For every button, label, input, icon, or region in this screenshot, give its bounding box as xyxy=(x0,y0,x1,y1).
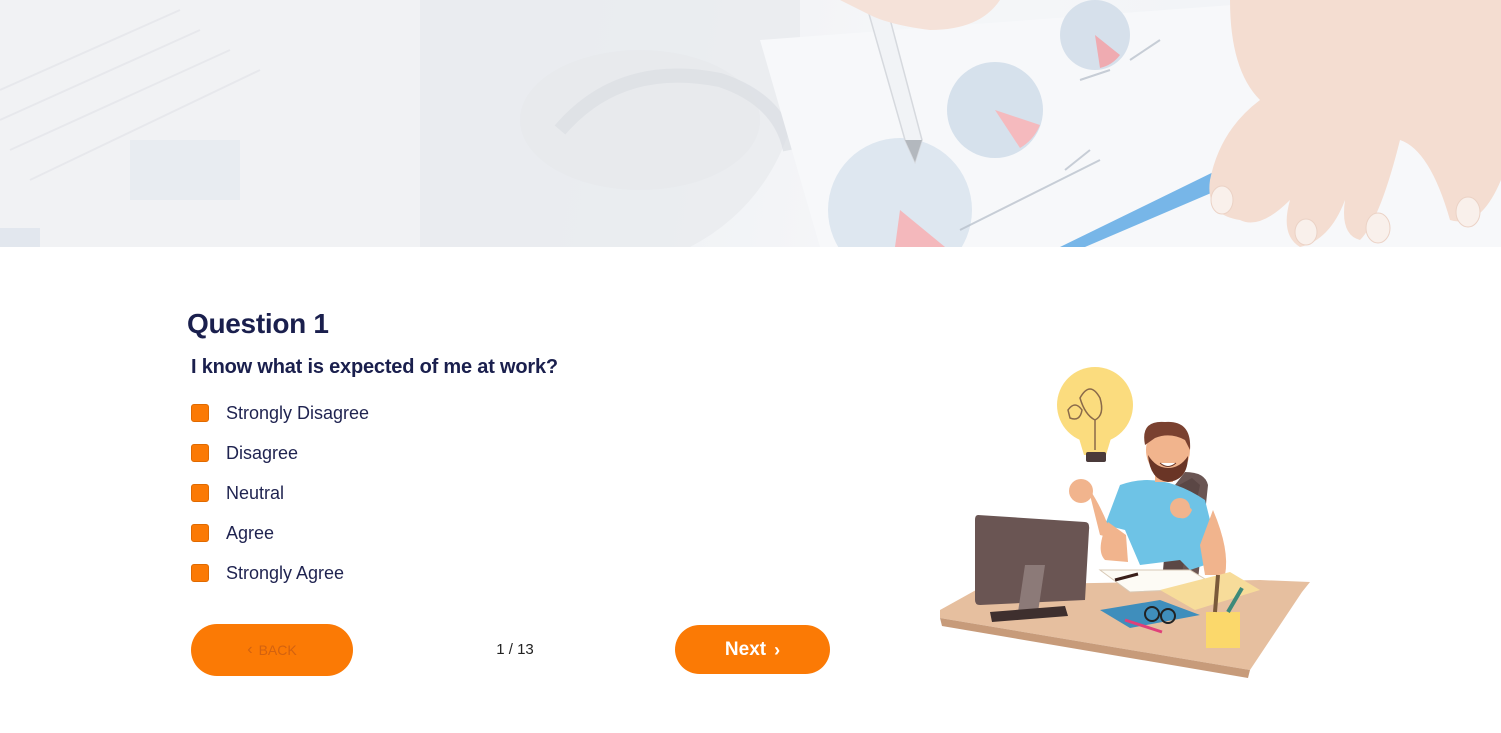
chevron-left-icon: ‹ xyxy=(247,641,253,658)
hero-banner xyxy=(0,0,1501,247)
chevron-right-icon: › xyxy=(774,639,781,660)
next-button[interactable]: Next › xyxy=(675,625,830,674)
illustration-man-at-desk xyxy=(930,360,1315,680)
option-strongly-agree[interactable]: Strongly Agree xyxy=(191,560,344,586)
lightbulb-idea-illustration xyxy=(940,367,1310,678)
question-text: I know what is expected of me at work? xyxy=(191,356,558,378)
option-disagree[interactable]: Disagree xyxy=(191,440,298,466)
checkbox[interactable] xyxy=(191,484,209,502)
back-button-label: BACK xyxy=(258,642,297,658)
option-neutral[interactable]: Neutral xyxy=(191,480,284,506)
option-label: Disagree xyxy=(226,442,299,463)
option-agree[interactable]: Agree xyxy=(191,520,274,546)
option-label: Strongly Disagree xyxy=(226,402,370,423)
checkbox[interactable] xyxy=(191,444,209,462)
question-title: Question 1 xyxy=(187,308,329,339)
checkbox[interactable] xyxy=(191,564,209,582)
checkbox[interactable] xyxy=(191,404,209,422)
option-label: Neutral xyxy=(226,482,285,503)
hero-image xyxy=(0,0,1501,247)
option-strongly-disagree[interactable]: Strongly Disagree xyxy=(191,400,369,426)
option-label: Strongly Agree xyxy=(226,562,345,583)
option-label: Agree xyxy=(226,522,275,543)
checkbox[interactable] xyxy=(191,524,209,542)
back-button[interactable]: ‹ BACK xyxy=(191,624,353,676)
next-button-label: Next xyxy=(724,638,767,660)
progress-indicator: 1 / 13 xyxy=(496,641,534,658)
